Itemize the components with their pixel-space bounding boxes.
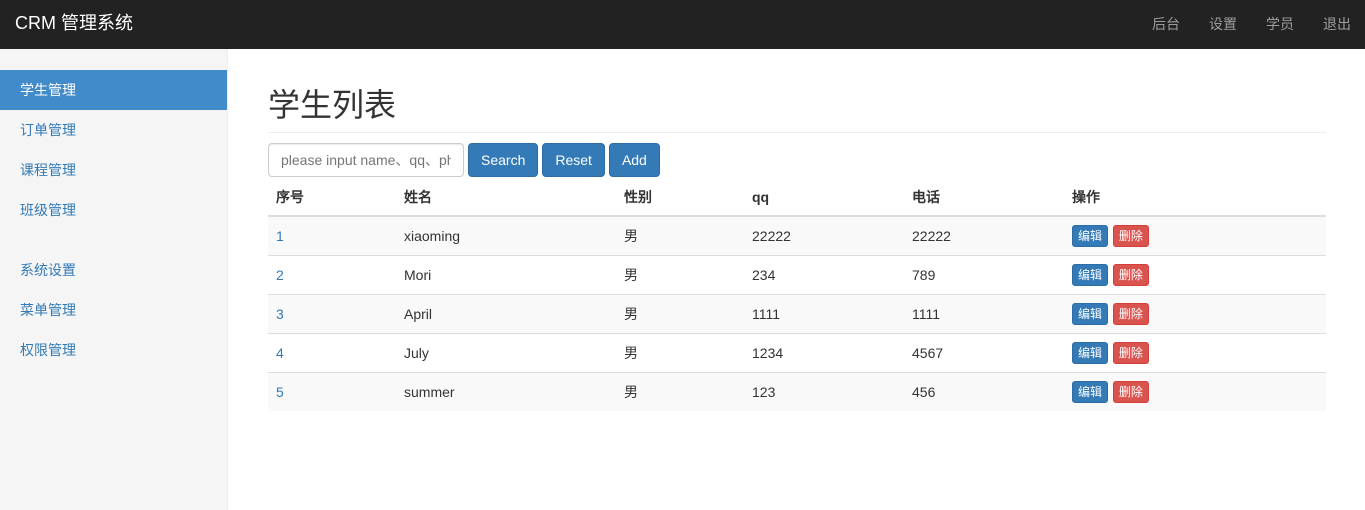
cell-gender: 男	[616, 293, 744, 333]
cell-qq: 1234	[744, 332, 904, 372]
nav-link-dashboard[interactable]: 后台	[1138, 0, 1195, 49]
table-row: 4 July 男 1234 4567 编辑 删除	[268, 332, 1326, 372]
student-table: 序号 姓名 性别 qq 电话 操作 1 xiaoming 男 22222 222…	[268, 179, 1326, 411]
top-navbar: CRM 管理系统 后台 设置 学员 退出	[0, 0, 1365, 49]
cell-phone: 789	[904, 254, 1064, 294]
column-header-qq: qq	[744, 179, 904, 217]
row-id-link[interactable]: 2	[276, 267, 284, 283]
app-title[interactable]: CRM 管理系统	[15, 12, 133, 34]
cell-phone: 456	[904, 371, 1064, 411]
cell-id: 5	[268, 371, 396, 411]
cell-actions: 编辑 删除	[1064, 293, 1326, 333]
sidebar-item-student-management[interactable]: 学生管理	[0, 70, 227, 110]
search-toolbar: Search Reset Add	[268, 143, 1326, 177]
cell-actions: 编辑 删除	[1064, 215, 1326, 255]
column-header-gender: 性别	[616, 179, 744, 217]
cell-qq: 234	[744, 254, 904, 294]
row-id-link[interactable]: 5	[276, 384, 284, 400]
cell-gender: 男	[616, 254, 744, 294]
sidebar-group-management: 学生管理 订单管理 课程管理 班级管理	[0, 70, 227, 230]
cell-id: 4	[268, 332, 396, 372]
row-id-link[interactable]: 4	[276, 345, 284, 361]
search-button[interactable]: Search	[468, 143, 539, 177]
cell-name: July	[396, 332, 616, 372]
delete-button[interactable]: 删除	[1112, 302, 1149, 325]
sidebar-item-course-management[interactable]: 课程管理	[0, 150, 227, 190]
cell-name: April	[396, 293, 616, 333]
cell-phone: 22222	[904, 215, 1064, 255]
nav-link-students[interactable]: 学员	[1252, 0, 1309, 49]
delete-button[interactable]: 删除	[1112, 380, 1149, 403]
main-content: 学生列表 Search Reset Add 序号 姓名 性别 qq 电话 操作 …	[268, 49, 1326, 411]
nav-link-settings[interactable]: 设置	[1195, 0, 1252, 49]
cell-id: 2	[268, 254, 396, 294]
table-row: 5 summer 男 123 456 编辑 删除	[268, 371, 1326, 411]
cell-gender: 男	[616, 215, 744, 255]
cell-actions: 编辑 删除	[1064, 254, 1326, 294]
cell-name: Mori	[396, 254, 616, 294]
table-row: 3 April 男 1111 1111 编辑 删除	[268, 293, 1326, 333]
delete-button[interactable]: 删除	[1112, 224, 1149, 247]
reset-button[interactable]: Reset	[542, 143, 605, 177]
cell-id: 3	[268, 293, 396, 333]
search-input[interactable]	[268, 143, 464, 177]
cell-actions: 编辑 删除	[1064, 371, 1326, 411]
delete-button[interactable]: 删除	[1112, 263, 1149, 286]
edit-button[interactable]: 编辑	[1072, 380, 1109, 403]
row-id-link[interactable]: 1	[276, 228, 284, 244]
nav-link-logout[interactable]: 退出	[1309, 0, 1365, 49]
column-header-actions: 操作	[1064, 179, 1326, 217]
cell-actions: 编辑 删除	[1064, 332, 1326, 372]
sidebar-item-class-management[interactable]: 班级管理	[0, 190, 227, 230]
cell-id: 1	[268, 215, 396, 255]
cell-gender: 男	[616, 371, 744, 411]
edit-button[interactable]: 编辑	[1072, 224, 1109, 247]
sidebar-item-system-settings[interactable]: 系统设置	[0, 250, 227, 290]
edit-button[interactable]: 编辑	[1072, 302, 1109, 325]
cell-name: summer	[396, 371, 616, 411]
edit-button[interactable]: 编辑	[1072, 263, 1109, 286]
cell-gender: 男	[616, 332, 744, 372]
cell-name: xiaoming	[396, 215, 616, 255]
row-id-link[interactable]: 3	[276, 306, 284, 322]
table-row: 2 Mori 男 234 789 编辑 删除	[268, 254, 1326, 294]
delete-button[interactable]: 删除	[1112, 341, 1149, 364]
table-header-row: 序号 姓名 性别 qq 电话 操作	[268, 179, 1326, 217]
edit-button[interactable]: 编辑	[1072, 341, 1109, 364]
page-title: 学生列表	[268, 87, 1326, 133]
column-header-name: 姓名	[396, 179, 616, 217]
sidebar: 学生管理 订单管理 课程管理 班级管理 系统设置 菜单管理 权限管理	[0, 49, 228, 510]
column-header-id: 序号	[268, 179, 396, 217]
sidebar-item-permission-management[interactable]: 权限管理	[0, 330, 227, 370]
table-row: 1 xiaoming 男 22222 22222 编辑 删除	[268, 215, 1326, 255]
cell-phone: 4567	[904, 332, 1064, 372]
cell-phone: 1111	[904, 293, 1064, 333]
sidebar-item-menu-management[interactable]: 菜单管理	[0, 290, 227, 330]
column-header-phone: 电话	[904, 179, 1064, 217]
sidebar-item-order-management[interactable]: 订单管理	[0, 110, 227, 150]
add-button[interactable]: Add	[608, 143, 660, 177]
cell-qq: 22222	[744, 215, 904, 255]
top-nav-links: 后台 设置 学员 退出	[1138, 0, 1365, 49]
sidebar-group-system: 系统设置 菜单管理 权限管理	[0, 250, 227, 370]
cell-qq: 1111	[744, 293, 904, 333]
cell-qq: 123	[744, 371, 904, 411]
